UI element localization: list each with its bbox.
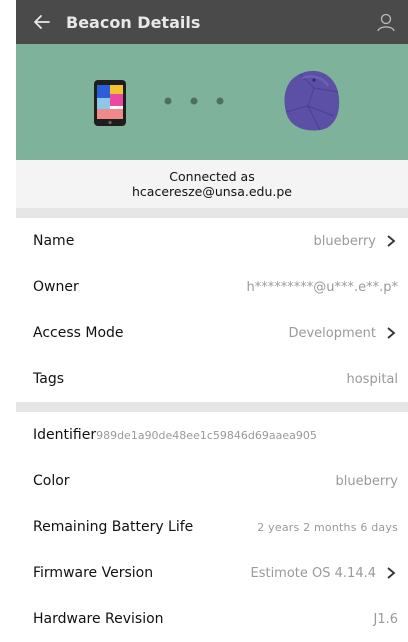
beacon-stone-icon (284, 70, 340, 131)
row-value: hospital (346, 371, 398, 387)
page-title: Beacon Details (66, 12, 201, 32)
row-firmware-version[interactable]: Firmware Version Estimote OS 4.14.4 (16, 550, 408, 596)
row-value: J1.6 (373, 611, 398, 627)
row-label: Hardware Revision (33, 611, 164, 627)
row-value-container: Development (288, 326, 398, 341)
row-value: blueberry (313, 233, 376, 249)
row-label: Firmware Version (33, 565, 154, 581)
row-owner: Owner h*********@u***.e**.p* (16, 264, 408, 310)
top-app-bar: Beacon Details (16, 0, 408, 44)
row-label: Owner (33, 279, 79, 295)
row-label: Identifier (33, 427, 97, 443)
row-hardware-revision: Hardware Revision J1.6 (16, 596, 408, 642)
user-icon[interactable] (366, 0, 406, 44)
row-battery-life: Remaining Battery Life 2 years 2 months … (16, 504, 408, 550)
row-label: Color (33, 473, 70, 489)
row-label: Remaining Battery Life (33, 519, 194, 535)
row-name[interactable]: Name blueberry (16, 218, 408, 264)
chevron-right-icon (384, 234, 398, 248)
row-tags[interactable]: Tags hospital (16, 356, 408, 402)
beacon-info-section: Identifier 989de1a90de48ee1c59846d69aaea… (16, 412, 408, 642)
row-value: 2 years 2 months 6 days (257, 520, 398, 534)
row-access-mode[interactable]: Access Mode Development (16, 310, 408, 356)
chevron-right-icon (384, 326, 398, 340)
row-value: 989de1a90de48ee1c59846d69aaea905 (96, 428, 317, 442)
beacon-hero-banner (16, 44, 408, 160)
row-color[interactable]: Color blueberry (16, 458, 408, 504)
connected-email: hcaceresze@unsa.edu.pe (132, 184, 292, 199)
connected-label: Connected as (169, 169, 255, 184)
connection-dots-icon (164, 97, 224, 105)
row-label: Name (33, 233, 75, 249)
row-value-container: blueberry (313, 234, 398, 249)
row-label: Access Mode (33, 325, 124, 341)
row-label: Tags (33, 371, 64, 387)
hero-illustration (94, 70, 340, 131)
connection-status: Connected as hcaceresze@unsa.edu.pe (16, 160, 408, 208)
row-identifier: Identifier 989de1a90de48ee1c59846d69aaea… (16, 412, 408, 458)
row-value: blueberry (335, 473, 398, 489)
row-value: Estimote OS 4.14.4 (250, 565, 376, 581)
section-divider (16, 402, 408, 412)
beacon-settings-section: Name blueberry Owner h*********@u***.e**… (16, 218, 408, 402)
back-arrow-icon[interactable] (22, 0, 62, 44)
row-value-container: Estimote OS 4.14.4 (250, 566, 398, 581)
phone-icon (94, 80, 126, 126)
chevron-right-icon (384, 566, 398, 580)
section-divider (16, 208, 408, 218)
row-value: Development (288, 325, 376, 341)
row-value: h*********@u***.e**.p* (246, 279, 399, 295)
